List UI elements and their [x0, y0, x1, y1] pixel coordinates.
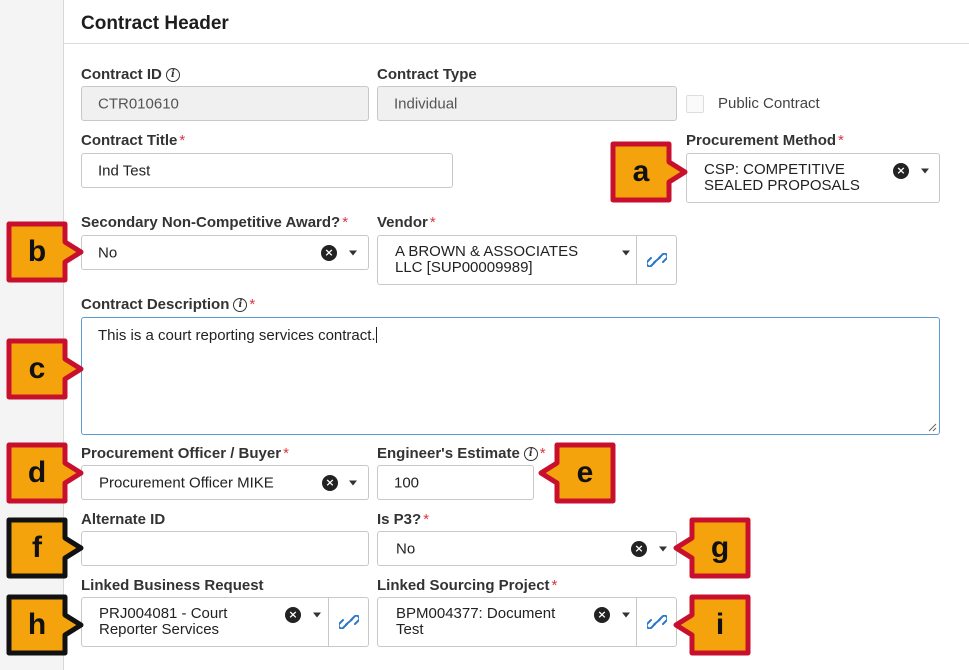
required-marker: * [423, 511, 430, 528]
contract-type-field: Individual [377, 86, 677, 121]
sourcing-project-select[interactable]: BPM004377: Document Test × [377, 597, 677, 647]
chevron-down-icon[interactable] [659, 546, 667, 551]
sourcing-project-link-button[interactable] [636, 598, 676, 646]
description-label: Contract Description i * [81, 296, 256, 313]
estimate-input[interactable]: 100 [377, 465, 534, 500]
clear-icon[interactable]: × [285, 607, 301, 623]
link-icon [646, 615, 667, 629]
contract-type-label: Contract Type [377, 66, 477, 83]
clear-icon[interactable]: × [321, 244, 337, 261]
secondary-award-label: Secondary Non-Competitive Award? * [81, 214, 349, 231]
alternate-id-label: Alternate ID [81, 511, 166, 528]
vendor-link-button[interactable] [636, 236, 676, 284]
section-title: Contract Header [81, 13, 229, 34]
secondary-award-select[interactable]: No × [81, 235, 369, 270]
sourcing-project-label: Linked Sourcing Project * [377, 577, 558, 594]
chevron-down-icon[interactable] [349, 480, 357, 485]
vendor-label: Vendor * [377, 214, 436, 231]
required-marker: * [429, 214, 436, 231]
required-marker: * [551, 577, 558, 594]
info-icon[interactable]: i [523, 446, 538, 461]
required-marker: * [539, 445, 546, 462]
officer-select[interactable]: Procurement Officer MIKE × [81, 465, 369, 500]
required-marker: * [342, 214, 349, 231]
is-p3-select[interactable]: No × [377, 531, 677, 566]
vendor-select[interactable]: A BROWN & ASSOCIATES LLC [SUP00009989] [377, 235, 677, 285]
procurement-method-select[interactable]: CSP: COMPETITIVE SEALED PROPOSALS × [686, 153, 940, 203]
clear-icon[interactable]: × [631, 540, 647, 557]
resize-grip-icon[interactable] [927, 422, 937, 432]
public-contract-checkbox[interactable] [686, 95, 704, 113]
procurement-method-label: Procurement Method * [686, 132, 844, 149]
description-textarea[interactable]: This is a court reporting services contr… [81, 317, 940, 435]
chevron-down-icon[interactable] [622, 612, 630, 618]
section-header: Contract Header [64, 0, 969, 44]
business-request-label: Linked Business Request [81, 577, 264, 594]
required-marker: * [838, 132, 844, 149]
chevron-down-icon[interactable] [349, 250, 357, 255]
business-request-select[interactable]: PRJ004081 - Court Reporter Services × [81, 597, 369, 647]
contract-title-label: Contract Title * [81, 132, 186, 149]
contract-title-input[interactable]: Ind Test [81, 153, 453, 188]
public-contract-label: Public Contract [718, 95, 820, 112]
chevron-down-icon[interactable] [313, 612, 321, 618]
link-icon [646, 253, 667, 267]
clear-icon[interactable]: × [893, 163, 909, 179]
clear-icon[interactable]: × [594, 607, 610, 623]
clear-icon[interactable]: × [322, 474, 338, 491]
text-cursor [375, 327, 377, 343]
contract-id-label: Contract ID i [81, 66, 180, 83]
required-marker: * [249, 296, 256, 313]
officer-label: Procurement Officer / Buyer * [81, 445, 289, 462]
contract-id-field: CTR010610 [81, 86, 369, 121]
link-icon [338, 615, 359, 629]
info-icon[interactable]: i [233, 297, 248, 312]
required-marker: * [179, 132, 186, 149]
is-p3-label: Is P3? * [377, 511, 430, 528]
estimate-label: Engineer's Estimate i * [377, 445, 546, 462]
chevron-down-icon[interactable] [622, 250, 630, 256]
required-marker: * [283, 445, 289, 462]
alternate-id-input[interactable] [81, 531, 369, 566]
chevron-down-icon[interactable] [921, 168, 929, 174]
info-icon[interactable]: i [165, 67, 180, 82]
business-request-link-button[interactable] [328, 598, 368, 646]
